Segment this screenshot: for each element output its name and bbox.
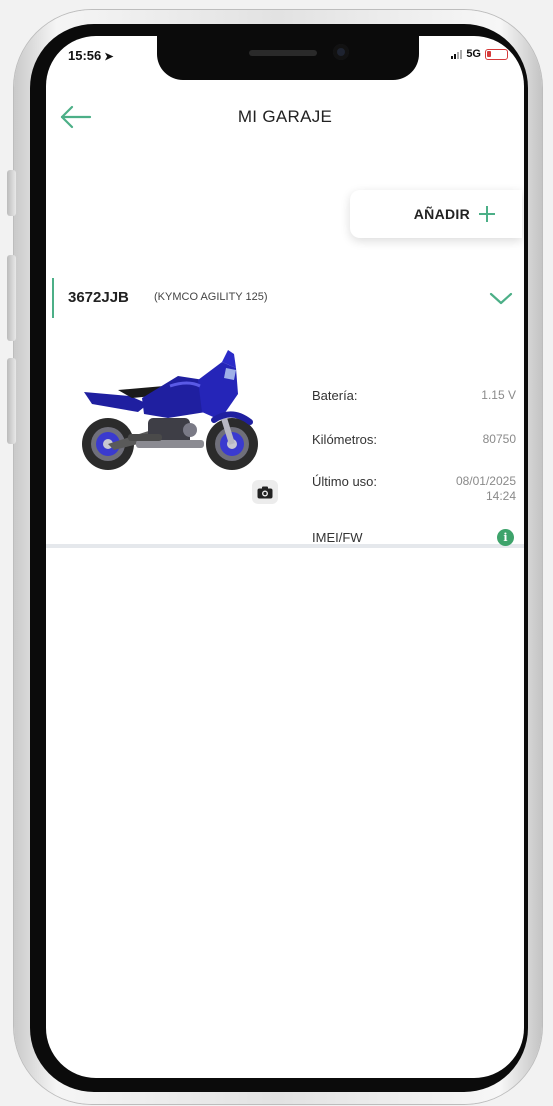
battery-value: 1.15 V <box>481 388 516 402</box>
phone-side-button-volume-down <box>7 358 16 444</box>
speaker-grille <box>249 50 317 56</box>
front-camera <box>333 44 349 60</box>
camera-glyph <box>257 486 273 498</box>
imei-fw-label: IMEI/FW <box>312 530 363 545</box>
last-use-time: 14:24 <box>485 489 516 503</box>
battery-label: Batería: <box>312 388 358 403</box>
plus-icon <box>479 206 495 222</box>
motorcycle-image <box>82 350 258 470</box>
mileage-value: 80750 <box>482 432 516 446</box>
signal-strength-icon <box>451 49 463 59</box>
vehicle-card-header[interactable]: 3672JJB (KYMCO AGILITY 125) <box>46 278 524 318</box>
chevron-down-icon[interactable] <box>488 288 514 308</box>
camera-icon[interactable] <box>252 480 278 504</box>
vehicle-plate: 3672JJB <box>68 289 129 306</box>
card-accent-bar <box>52 278 54 318</box>
mileage-label: Kilómetros: <box>312 432 378 447</box>
status-time-text: 15:56 <box>68 48 102 63</box>
app-header: MI GARAJE <box>46 98 524 138</box>
network-type: 5G <box>466 48 481 60</box>
info-icon[interactable]: i <box>497 529 514 546</box>
phone-side-button-volume-up <box>7 255 16 341</box>
phone-notch <box>157 36 419 80</box>
add-button-label: AÑADIR <box>413 206 470 222</box>
phone-side-button-silent <box>7 170 16 216</box>
vehicle-card[interactable]: 3672JJB (KYMCO AGILITY 125) Batería: 1.1… <box>46 268 524 548</box>
last-use-label: Último uso: <box>312 474 378 489</box>
location-arrow-icon: ➤ <box>104 51 114 63</box>
vehicle-model: (KYMCO AGILITY 125) <box>154 291 268 303</box>
last-use-date: 08/01/2025 <box>455 474 516 488</box>
add-vehicle-button[interactable]: AÑADIR <box>350 190 522 238</box>
page-title: MI GARAJE <box>237 107 333 126</box>
status-bar-time: 15:56 ➤ <box>68 48 113 63</box>
app-screen: 15:56 ➤ 5G MI GARAJE AÑADIR 3672JJB (KYMC… <box>46 36 524 1078</box>
last-use-value: 08/01/2025 14:24 <box>456 474 516 504</box>
status-bar-right: 5G <box>451 48 508 60</box>
battery-icon <box>485 48 508 60</box>
